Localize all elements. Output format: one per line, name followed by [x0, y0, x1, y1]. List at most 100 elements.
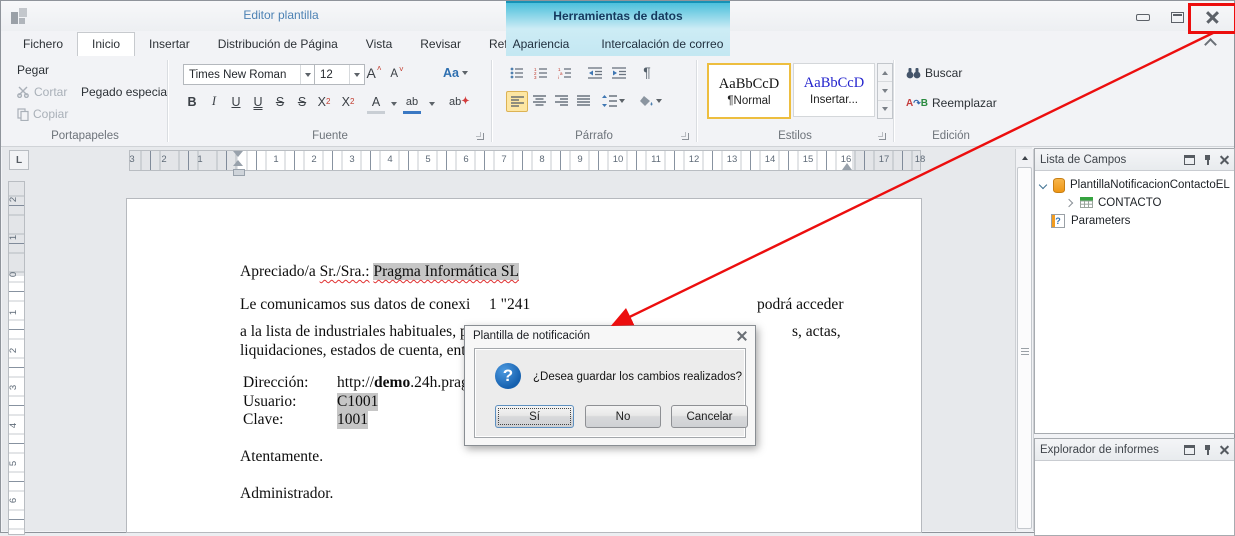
copy-button[interactable]: Copiar [17, 107, 68, 121]
scroll-up-button[interactable] [1016, 149, 1033, 166]
horizontal-ruler[interactable]: 321123456789101112131415161718 [129, 150, 921, 171]
panel-pin-icon[interactable] [1203, 445, 1212, 455]
superscript-button[interactable]: X2 [315, 92, 333, 111]
doc-user-line[interactable]: Usuario: [243, 393, 296, 411]
replace-button[interactable]: A↷B Reemplazar [906, 96, 997, 110]
tab-intercalacion[interactable]: Intercalación de correo [589, 37, 735, 51]
chevron-down-icon[interactable] [1039, 181, 1047, 189]
doc-key-line[interactable]: Clave: [243, 411, 283, 429]
first-line-indent-marker[interactable] [233, 151, 243, 157]
clear-formatting-button[interactable]: ab✦ [449, 92, 470, 111]
vertical-ruler[interactable]: 210123456 [8, 181, 25, 535]
doc-paragraph-line2[interactable]: a la lista de industriales habituales, p [240, 323, 468, 341]
chevron-down-icon[interactable] [300, 65, 315, 84]
font-dialog-launcher-icon[interactable] [475, 131, 486, 142]
hanging-indent-marker[interactable] [233, 160, 243, 166]
dialog-close-icon[interactable] [737, 331, 747, 341]
yes-button[interactable]: Sí [495, 405, 574, 428]
doc-greeting[interactable]: Apreciado/a Sr./Sra.: Pragma Informática… [240, 263, 519, 281]
panel-maximize-icon[interactable] [1184, 155, 1195, 165]
underline-button[interactable]: U [227, 92, 245, 111]
tab-revisar[interactable]: Revisar [406, 33, 475, 56]
doc-paragraph-line1-mid[interactable]: 1 "241 [489, 296, 530, 314]
strikethrough-button[interactable]: S [271, 92, 289, 111]
multilevel-list-button[interactable]: 1ai [556, 63, 574, 82]
gallery-down-icon[interactable] [878, 82, 892, 100]
tree-node-contacto[interactable]: CONTACTO [1035, 194, 1234, 212]
increase-indent-button[interactable] [610, 63, 628, 82]
chevron-down-icon[interactable] [385, 94, 403, 113]
double-strikethrough-button[interactable]: S [293, 92, 311, 111]
decrease-indent-button[interactable] [586, 63, 604, 82]
double-underline-button[interactable]: U [249, 92, 267, 111]
styles-gallery-scrollbar[interactable] [877, 63, 893, 119]
doc-paragraph-line1[interactable]: Le comunicamos sus datos de conexi [240, 296, 470, 314]
find-button[interactable]: Buscar [906, 66, 962, 80]
style-normal[interactable]: AaBbCcD ¶Normal [707, 63, 791, 119]
numbered-list-button[interactable]: 123 [532, 63, 550, 82]
styles-dialog-launcher-icon[interactable] [877, 131, 888, 142]
collapse-ribbon-button[interactable] [1201, 35, 1219, 50]
subscript-button[interactable]: X2 [339, 92, 357, 111]
chevron-down-icon[interactable] [349, 65, 364, 84]
no-button[interactable]: No [585, 405, 661, 428]
font-size-select[interactable]: 12 [314, 64, 365, 85]
tab-vista[interactable]: Vista [352, 33, 406, 56]
align-left-button[interactable] [506, 91, 528, 112]
tab-stop-selector[interactable]: L [9, 150, 29, 170]
justify-button[interactable] [574, 91, 592, 110]
paste-special-button[interactable]: Pegado especial [81, 85, 170, 99]
shading-button[interactable] [640, 91, 662, 110]
gallery-more-icon[interactable] [878, 101, 892, 118]
italic-button[interactable]: I [205, 92, 223, 111]
change-case-button[interactable]: Aa [443, 63, 468, 82]
doc-paragraph-line1-end[interactable]: podrá acceder [757, 296, 843, 314]
tab-insertar[interactable]: Insertar [135, 33, 204, 56]
tab-distribucion[interactable]: Distribución de Página [204, 33, 352, 56]
font-family-select[interactable]: Times New Roman [183, 64, 316, 85]
tree-node-parameters[interactable]: ? Parameters [1035, 212, 1234, 230]
chevron-right-icon[interactable] [1065, 199, 1073, 207]
field-list-header[interactable]: Lista de Campos [1035, 149, 1234, 171]
doc-paragraph-line3[interactable]: liquidaciones, estados de cuenta, ent [240, 342, 466, 360]
document-scrollbar[interactable] [1015, 149, 1034, 531]
tree-node-datasource[interactable]: PlantillaNotificacionContactoEL [1035, 176, 1234, 194]
panel-pin-icon[interactable] [1203, 155, 1212, 165]
highlight-button[interactable]: ab [403, 92, 421, 114]
doc-address-line[interactable]: Dirección: [243, 374, 308, 392]
line-spacing-button[interactable] [602, 91, 625, 110]
panel-close-icon[interactable] [1220, 445, 1229, 454]
doc-signature[interactable]: Administrador. [240, 485, 333, 503]
scrollbar-thumb[interactable] [1017, 167, 1032, 529]
tab-inicio[interactable]: Inicio [77, 32, 135, 57]
show-marks-button[interactable]: ¶ [638, 62, 656, 81]
tab-apariencia[interactable]: Apariencia [501, 37, 582, 51]
minimize-button[interactable] [1129, 7, 1157, 27]
bold-button[interactable]: B [183, 92, 201, 111]
left-indent-marker[interactable] [233, 169, 245, 176]
doc-key-value[interactable]: 1001 [337, 411, 368, 429]
paragraph-dialog-launcher-icon[interactable] [680, 131, 691, 142]
dialog-title-bar[interactable]: Plantilla de notificación [465, 326, 755, 346]
paste-button[interactable]: Pegar [17, 63, 49, 77]
doc-user-value[interactable]: C1001 [337, 393, 378, 411]
grow-font-button[interactable]: A˄ [365, 63, 383, 82]
maximize-button[interactable] [1163, 7, 1191, 27]
cut-button[interactable]: Cortar [17, 85, 67, 99]
gallery-up-icon[interactable] [878, 64, 892, 82]
doc-address-value[interactable]: http://demo.24h.prag [337, 374, 469, 392]
doc-closing[interactable]: Atentamente. [240, 448, 323, 466]
style-insertar[interactable]: AaBbCcD Insertar... [793, 63, 875, 117]
chevron-down-icon[interactable] [423, 94, 441, 113]
cancel-button[interactable]: Cancelar [671, 405, 748, 428]
bullet-list-button[interactable] [508, 63, 526, 82]
shrink-font-button[interactable]: A˅ [388, 64, 406, 83]
doc-paragraph-line2-end[interactable]: s, actas, [792, 323, 841, 341]
tab-fichero[interactable]: Fichero [9, 33, 77, 56]
panel-maximize-icon[interactable] [1184, 445, 1195, 455]
align-center-button[interactable] [530, 91, 548, 110]
align-right-button[interactable] [552, 91, 570, 110]
font-color-button[interactable]: A [367, 92, 385, 114]
report-explorer-header[interactable]: Explorador de informes [1035, 439, 1234, 461]
panel-close-icon[interactable] [1220, 155, 1229, 164]
